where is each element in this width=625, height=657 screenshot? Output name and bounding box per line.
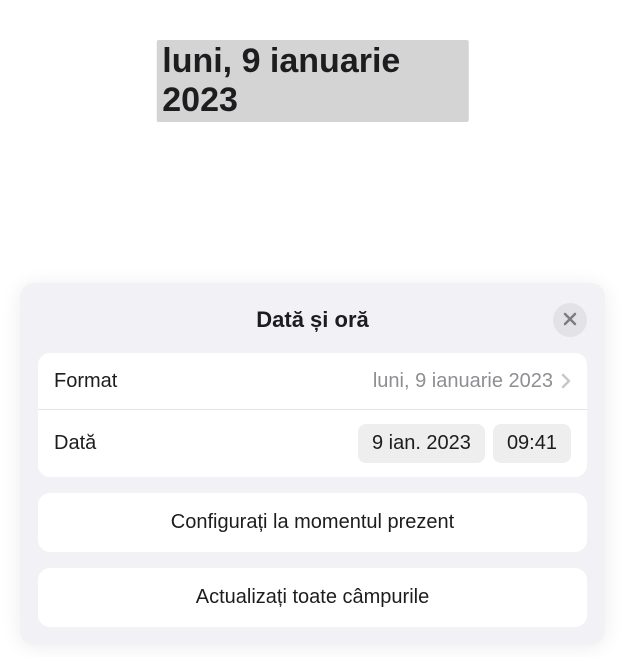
format-value: luni, 9 ianuarie 2023 bbox=[373, 370, 553, 393]
chevron-right-icon bbox=[561, 373, 571, 389]
sheet-header: Dată și oră bbox=[20, 301, 605, 353]
format-row[interactable]: Format luni, 9 ianuarie 2023 bbox=[38, 353, 587, 409]
selected-date-text[interactable]: luni, 9 ianuarie 2023 bbox=[156, 40, 469, 122]
format-label: Format bbox=[54, 370, 117, 393]
time-picker-button[interactable]: 09:41 bbox=[493, 424, 571, 463]
close-button[interactable] bbox=[553, 303, 587, 337]
date-picker-button[interactable]: 9 ian. 2023 bbox=[358, 424, 485, 463]
date-label: Dată bbox=[54, 432, 96, 455]
close-icon bbox=[563, 312, 577, 329]
date-row: Dată 9 ian. 2023 09:41 bbox=[38, 409, 587, 477]
sheet-title: Dată și oră bbox=[256, 307, 369, 332]
set-to-now-button[interactable]: Configurați la momentul prezent bbox=[38, 493, 587, 552]
date-time-sheet: Dată și oră Format luni, 9 ianuarie 2023… bbox=[20, 283, 605, 645]
settings-list: Format luni, 9 ianuarie 2023 Dată 9 ian.… bbox=[38, 353, 587, 477]
update-all-fields-button[interactable]: Actualizați toate câmpurile bbox=[38, 568, 587, 627]
